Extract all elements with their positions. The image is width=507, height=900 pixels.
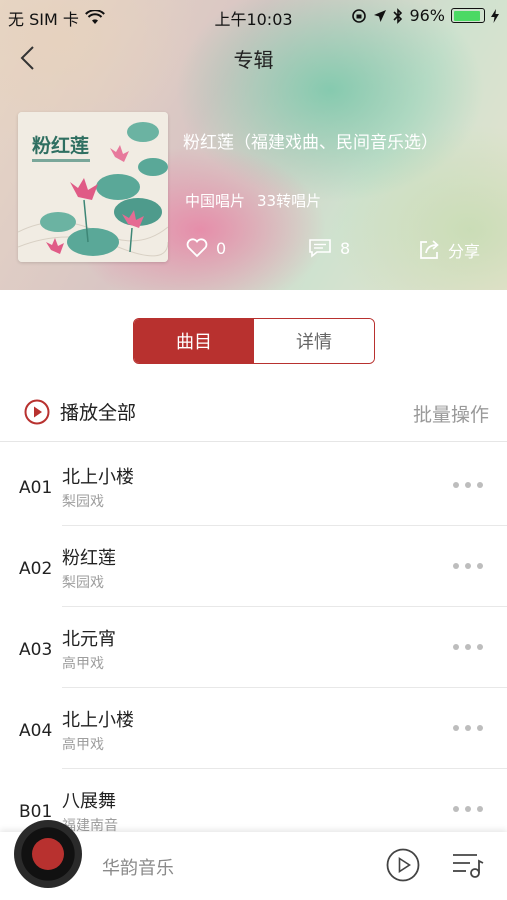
play-icon[interactable] [386, 848, 420, 882]
track-row[interactable]: A03 北元宵 高甲戏 [0, 607, 507, 688]
tab-details[interactable]: 详情 [254, 319, 374, 363]
play-all-button[interactable]: 播放全部 [24, 398, 136, 425]
more-icon[interactable] [453, 556, 483, 576]
page-title: 专辑 [233, 48, 274, 72]
track-genre: 梨园戏 [62, 494, 104, 510]
track-title: 粉红莲 [62, 548, 116, 569]
track-genre: 高甲戏 [62, 737, 104, 753]
track-title: 北元宵 [62, 629, 116, 650]
album-label: 中国唱片 [185, 192, 246, 210]
track-title: 北上小楼 [62, 710, 134, 731]
album-actions: 0 8 分享 [186, 238, 486, 266]
more-icon[interactable] [453, 718, 483, 738]
comment-icon [309, 239, 331, 258]
heart-icon [186, 238, 208, 258]
more-icon[interactable] [453, 475, 483, 495]
player-title: 华韵音乐 [102, 858, 174, 879]
now-playing-disc[interactable] [14, 820, 82, 888]
share-label: 分享 [448, 242, 481, 261]
rotation-lock-icon [352, 8, 367, 23]
tab-tracks[interactable]: 曲目 [134, 319, 254, 363]
navigation-bar: 专辑 [0, 36, 507, 80]
album-meta: 中国唱片 33转唱片 [185, 190, 321, 211]
album-format: 33转唱片 [257, 192, 322, 210]
comment-button[interactable]: 8 [308, 238, 350, 258]
list-header: 播放全部 批量操作 [0, 386, 507, 442]
bluetooth-icon [393, 7, 403, 24]
track-row[interactable]: A01 北上小楼 梨园戏 [0, 445, 507, 526]
comment-count: 8 [340, 238, 351, 258]
status-bar: 无 SIM 卡 上午10:03 96% [0, 0, 507, 30]
track-title: 八展舞 [62, 791, 116, 812]
batch-operation-button[interactable]: 批量操作 [413, 400, 489, 427]
track-title: 北上小楼 [62, 467, 134, 488]
mini-player: 华韵音乐 [0, 820, 507, 900]
location-icon [374, 9, 387, 22]
play-all-label: 播放全部 [60, 402, 137, 424]
track-number: A03 [19, 640, 53, 660]
battery-percent: 96% [409, 6, 445, 25]
track-genre: 梨园戏 [62, 575, 104, 591]
share-button[interactable]: 分享 [418, 238, 480, 262]
album-title: 粉红莲（福建戏曲、民间音乐选） [183, 133, 438, 153]
playlist-icon[interactable] [450, 848, 486, 882]
like-button[interactable]: 0 [186, 238, 226, 258]
disc-logo-icon [32, 838, 64, 870]
track-genre: 高甲戏 [62, 656, 104, 672]
track-number: A01 [19, 478, 53, 498]
battery-icon [451, 8, 485, 23]
track-number: B01 [19, 802, 53, 822]
track-number: A02 [19, 559, 53, 579]
charging-icon [491, 8, 499, 23]
play-circle-icon [24, 399, 50, 424]
album-cover-art: 粉红莲 [18, 112, 168, 262]
album-cover[interactable]: 粉红莲 [18, 112, 168, 262]
tab-switcher: 曲目 详情 [133, 318, 375, 364]
track-row[interactable]: A04 北上小楼 高甲戏 [0, 688, 507, 769]
album-cover-title: 粉红莲 [32, 134, 89, 157]
share-icon [420, 240, 439, 259]
track-row[interactable]: A02 粉红莲 梨园戏 [0, 526, 507, 607]
like-count: 0 [216, 238, 227, 258]
more-icon[interactable] [453, 799, 483, 819]
more-icon[interactable] [453, 637, 483, 657]
track-number: A04 [19, 721, 53, 741]
